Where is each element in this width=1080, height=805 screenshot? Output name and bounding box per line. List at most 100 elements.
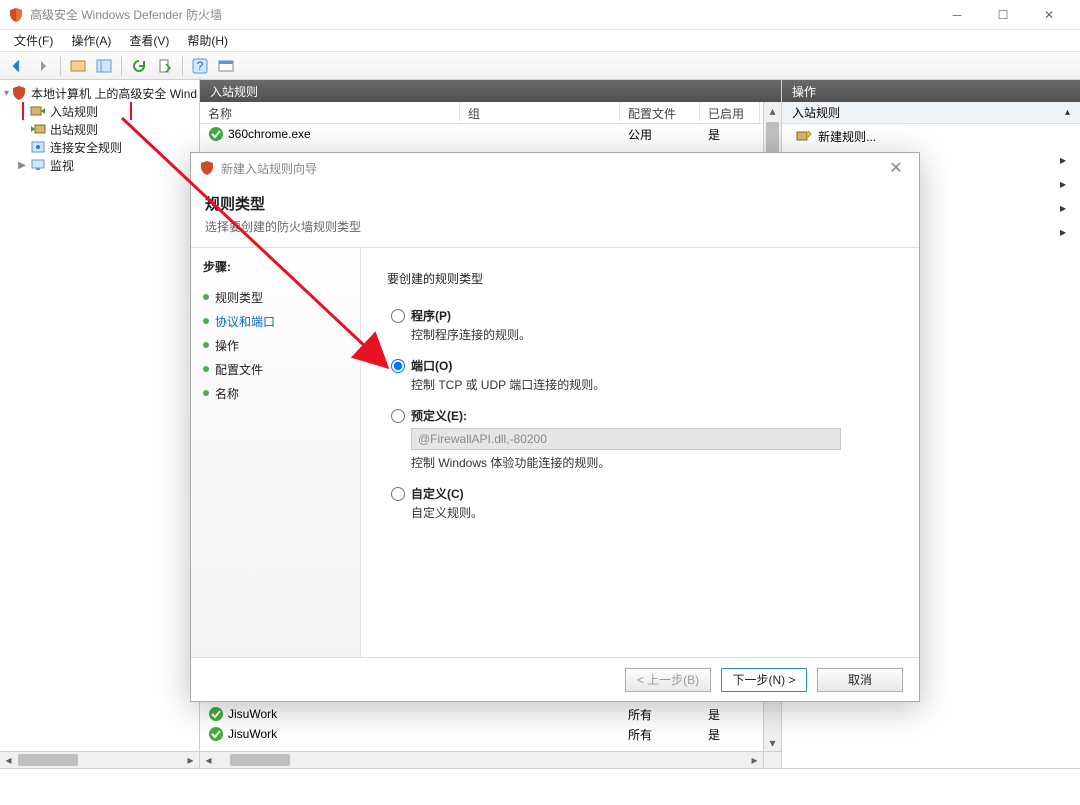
shield-icon	[8, 7, 24, 23]
tree-item-monitor[interactable]: ▶ 监视	[2, 156, 197, 174]
close-button[interactable]: ✕	[1026, 0, 1072, 30]
step-name[interactable]: 名称	[203, 381, 360, 405]
radio-program[interactable]: 程序(P)	[391, 307, 893, 324]
tree-root-label: 本地计算机 上的高级安全 Wind	[31, 85, 197, 102]
tree-item-label: 连接安全规则	[50, 139, 122, 156]
chevron-down-icon[interactable]: ▾	[4, 87, 9, 99]
predefined-combobox[interactable]: @FirewallAPI.dll,-80200	[411, 428, 841, 450]
dialog-close-button[interactable]: ✕	[881, 158, 911, 178]
action-new-rule[interactable]: 新建规则...	[782, 124, 1080, 148]
cancel-button[interactable]: 取消	[817, 668, 903, 692]
column-group[interactable]: 组	[460, 102, 620, 123]
actions-section-title[interactable]: 入站规则 ▴	[782, 102, 1080, 124]
radio-program-input[interactable]	[391, 309, 405, 323]
new-rule-wizard-dialog: 新建入站规则向导 ✕ 规则类型 选择要创建的防火墙规则类型 步骤: 规则类型 协…	[190, 152, 920, 702]
step-profile[interactable]: 配置文件	[203, 357, 360, 381]
allow-icon	[208, 126, 224, 142]
list-horizontal-scrollbar[interactable]: ◂ ▸	[200, 751, 763, 768]
allow-icon	[208, 726, 224, 742]
scroll-down-icon[interactable]: ▾	[764, 734, 781, 751]
tree-item-label: 出站规则	[50, 121, 98, 138]
tree-item-label: 监视	[50, 157, 74, 174]
minimize-button[interactable]: ─	[934, 0, 980, 30]
step-dot-icon	[203, 390, 209, 396]
step-action[interactable]: 操作	[203, 333, 360, 357]
scroll-right-icon[interactable]: ▸	[746, 752, 763, 768]
cell-profile: 所有	[620, 726, 700, 743]
svg-text:?: ?	[197, 59, 204, 73]
toolbar-separator	[182, 56, 183, 76]
scroll-left-icon[interactable]: ◂	[0, 752, 17, 768]
column-name[interactable]: 名称	[200, 102, 460, 123]
dialog-title: 新建入站规则向导	[221, 160, 881, 177]
cell-name: JisuWork	[228, 727, 277, 741]
tree-item-inbound[interactable]: 入站规则	[2, 102, 197, 120]
radio-predefined-input[interactable]	[391, 409, 405, 423]
scroll-left-icon[interactable]: ◂	[200, 752, 217, 768]
cell-enabled: 是	[700, 726, 760, 743]
table-row[interactable]: JisuWork 所有 是	[200, 724, 781, 744]
list-columns: 名称 组 配置文件 已启用	[200, 102, 781, 124]
option-title: 自定义(C)	[411, 485, 464, 502]
option-desc: 控制程序连接的规则。	[391, 326, 893, 343]
maximize-button[interactable]: ☐	[980, 0, 1026, 30]
menu-file[interactable]: 文件(F)	[6, 30, 61, 51]
scrollbar-thumb[interactable]	[18, 754, 78, 766]
menu-action[interactable]: 操作(A)	[63, 30, 119, 51]
radio-custom[interactable]: 自定义(C)	[391, 485, 893, 502]
chevron-right-icon: ▸	[1060, 177, 1066, 191]
collapse-icon[interactable]: ▴	[1065, 107, 1070, 118]
toolbar-help-icon[interactable]: ?	[189, 55, 211, 77]
toolbar-details-icon[interactable]	[93, 55, 115, 77]
allow-icon	[208, 706, 224, 722]
column-enabled[interactable]: 已启用	[700, 102, 760, 123]
scrollbar-thumb[interactable]	[230, 754, 290, 766]
step-dot-icon	[203, 342, 209, 348]
toolbar-separator	[121, 56, 122, 76]
nav-forward-button[interactable]	[32, 55, 54, 77]
option-desc: 自定义规则。	[391, 504, 893, 521]
tree-root[interactable]: ▾ 本地计算机 上的高级安全 Wind	[2, 84, 197, 102]
menu-help[interactable]: 帮助(H)	[179, 30, 236, 51]
chevron-right-icon[interactable]: ▶	[16, 159, 28, 171]
radio-port-input[interactable]	[391, 359, 405, 373]
scroll-right-icon[interactable]: ▸	[182, 752, 199, 768]
table-row[interactable]: JisuWork 所有 是	[200, 704, 781, 724]
scroll-corner	[763, 751, 781, 768]
nav-back-button[interactable]	[6, 55, 28, 77]
cell-enabled: 是	[700, 706, 760, 723]
toolbar-app-icon[interactable]	[215, 55, 237, 77]
toolbar-scope-icon[interactable]	[67, 55, 89, 77]
tree-horizontal-scrollbar[interactable]: ◂ ▸	[0, 751, 199, 768]
tree-item-connection-security[interactable]: 连接安全规则	[2, 138, 197, 156]
scroll-up-icon[interactable]: ▴	[764, 102, 781, 119]
back-button[interactable]: < 上一步(B)	[625, 668, 711, 692]
step-rule-type[interactable]: 规则类型	[203, 285, 360, 309]
toolbar-separator	[60, 56, 61, 76]
window-titlebar: 高级安全 Windows Defender 防火墙 ─ ☐ ✕	[0, 0, 1080, 30]
toolbar-export-icon[interactable]	[154, 55, 176, 77]
dialog-heading: 规则类型	[205, 193, 905, 214]
dialog-header: 规则类型 选择要创建的防火墙规则类型	[191, 183, 919, 248]
cell-profile: 公用	[620, 126, 700, 143]
action-label: 新建规则...	[818, 128, 876, 145]
tree-item-outbound[interactable]: 出站规则	[2, 120, 197, 138]
shield-icon	[199, 160, 215, 176]
menu-view[interactable]: 查看(V)	[121, 30, 177, 51]
radio-custom-input[interactable]	[391, 487, 405, 501]
step-protocol-port[interactable]: 协议和端口	[203, 309, 360, 333]
option-title: 端口(O)	[411, 357, 452, 374]
step-dot-icon	[203, 318, 209, 324]
step-label: 操作	[215, 337, 239, 354]
option-title: 预定义(E):	[411, 407, 467, 424]
radio-predefined[interactable]: 预定义(E):	[391, 407, 893, 424]
toolbar-refresh-icon[interactable]	[128, 55, 150, 77]
table-row[interactable]: 360chrome.exe 公用 是	[200, 124, 781, 144]
step-dot-icon	[203, 366, 209, 372]
wizard-steps: 步骤: 规则类型 协议和端口 操作 配置文件 名称	[191, 248, 361, 657]
radio-port[interactable]: 端口(O)	[391, 357, 893, 374]
next-button[interactable]: 下一步(N) >	[721, 668, 807, 692]
chevron-right-icon: ▸	[1060, 201, 1066, 215]
column-profile[interactable]: 配置文件	[620, 102, 700, 123]
dialog-content: 要创建的规则类型 程序(P) 控制程序连接的规则。 端口(O) 控制 TCP 或…	[361, 248, 919, 657]
